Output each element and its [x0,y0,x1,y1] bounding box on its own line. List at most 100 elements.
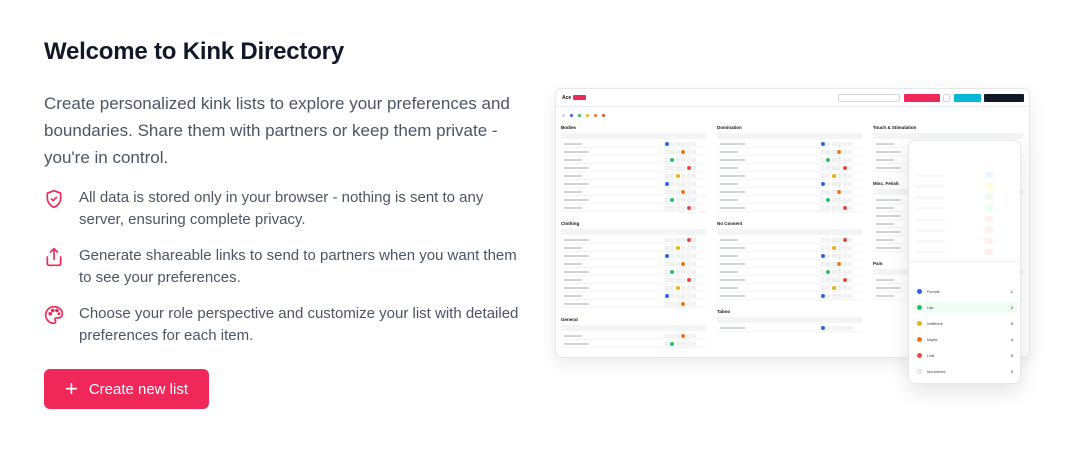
preview-rating-dot [820,190,825,194]
preview-rating-dots [820,206,852,210]
preview-row [717,244,862,252]
preview-row-label [564,238,589,241]
preview-row-label [564,294,582,297]
preview-rating-dot [831,278,836,282]
preview-row [717,292,862,300]
preview-spacer [717,300,862,307]
preview-rating-dot [831,206,836,210]
popover-rating-option[interactable]: Favorite 1 [913,286,1018,297]
preview-rating-dot [842,238,847,242]
preview-rating-dot [826,238,830,242]
preview-rating-dot [848,150,852,154]
preview-rating-dot [831,174,836,178]
preview-section-title: Taboo [717,309,731,314]
popover-rating-option[interactable]: Indifferent 3 [913,318,1018,329]
preview-rating-dot [675,294,680,298]
popover-rating-option[interactable]: Like 2 [913,302,1018,313]
preview-rating-dot [831,150,836,154]
popover-rating-option[interactable]: Limit 5 [913,350,1018,361]
preview-rating-dots [820,142,852,146]
preview-rating-dot [820,142,825,146]
preview-rating-dots [664,158,696,162]
preview-rating-dot [664,302,669,306]
preview-rating-dot [664,246,669,250]
preview-rating-dot [831,286,836,290]
preview-rating-dot [820,270,825,274]
preview-row [717,276,862,284]
preview-rating-dot [826,326,830,330]
preview-rating-dots [820,278,852,282]
preview-rating-dot [681,142,685,146]
preview-rating-dots [664,294,696,298]
preview-rating-dot [826,278,830,282]
preview-row-label [876,166,901,169]
rating-swatch-icon [917,321,922,326]
rating-name: Favorite [927,289,940,294]
popover-rating-option[interactable]: Not entered 0 [913,366,1018,377]
preview-rating-dot [837,326,841,330]
preview-rating-dot [692,142,696,146]
preview-rating-dot [686,270,691,274]
preview-rating-dot [848,270,852,274]
preview-row-label [564,142,582,145]
preview-column: Bodies Clothing General [561,123,706,355]
preview-row-label [720,278,745,281]
preview-row [561,140,706,148]
preview-rating-dot [842,294,847,298]
preview-rating-dots [664,278,696,282]
preview-rating-dot [837,150,841,154]
preview-rating-dot [826,174,830,178]
preview-row-label [564,262,582,265]
preview-rating-dots [820,326,852,330]
preview-rating-dot [686,158,691,162]
preview-rating-dot [848,286,852,290]
preview-rating-dot [670,150,674,154]
preview-row-label [720,158,745,161]
preview-rating-dot [848,278,852,282]
preview-row-label [720,166,738,169]
preview-rating-dot [681,150,685,154]
rating-number: 1 [1010,289,1013,294]
preview-rating-dot [681,198,685,202]
preview-rating-dot [670,182,674,186]
preview-rating-dot [664,294,669,298]
popover-rating-option[interactable]: Maybe 4 [913,334,1018,345]
preview-rating-dot [675,198,680,202]
preview-rating-dots [664,150,696,154]
preview-rating-dot [686,190,691,194]
preview-row [561,180,706,188]
preview-rating-dot [692,294,696,298]
preview-row [561,204,706,212]
preview-row [561,148,706,156]
feature-item-share: Generate shareable links to send to part… [44,245,524,289]
preview-row-label [720,198,738,201]
preview-rating-dot [686,262,691,266]
preview-section-title: Bodies [561,125,577,130]
preview-rating-dots [664,166,696,170]
preview-rating-dot [831,198,836,202]
preview-rating-dots [820,254,852,258]
page-title: Welcome to Kink Directory [44,38,344,65]
preview-row-label [876,278,894,281]
preview-rating-dot [826,206,830,210]
preview-rating-dots [820,286,852,290]
preview-rating-dots [820,246,852,250]
preview-rating-dot [692,158,696,162]
create-new-list-button[interactable]: + Create new list [44,369,209,409]
preview-rating-dot [686,206,691,210]
preview-rating-dot [664,254,669,258]
preview-row-label [876,246,901,249]
preview-rating-dot [848,294,852,298]
preview-rating-dots [820,198,852,202]
preview-rating-dots [664,254,696,258]
preview-rating-dots [820,270,852,274]
preview-rating-dots [664,246,696,250]
preview-rating-dot [664,278,669,282]
preview-rating-dot [848,238,852,242]
preview-rating-dot [837,254,841,258]
preview-row [717,236,862,244]
preview-row-label [564,302,589,305]
preview-rating-dot [831,166,836,170]
rating-swatch-icon [917,305,922,310]
preview-rating-dot [820,246,825,250]
